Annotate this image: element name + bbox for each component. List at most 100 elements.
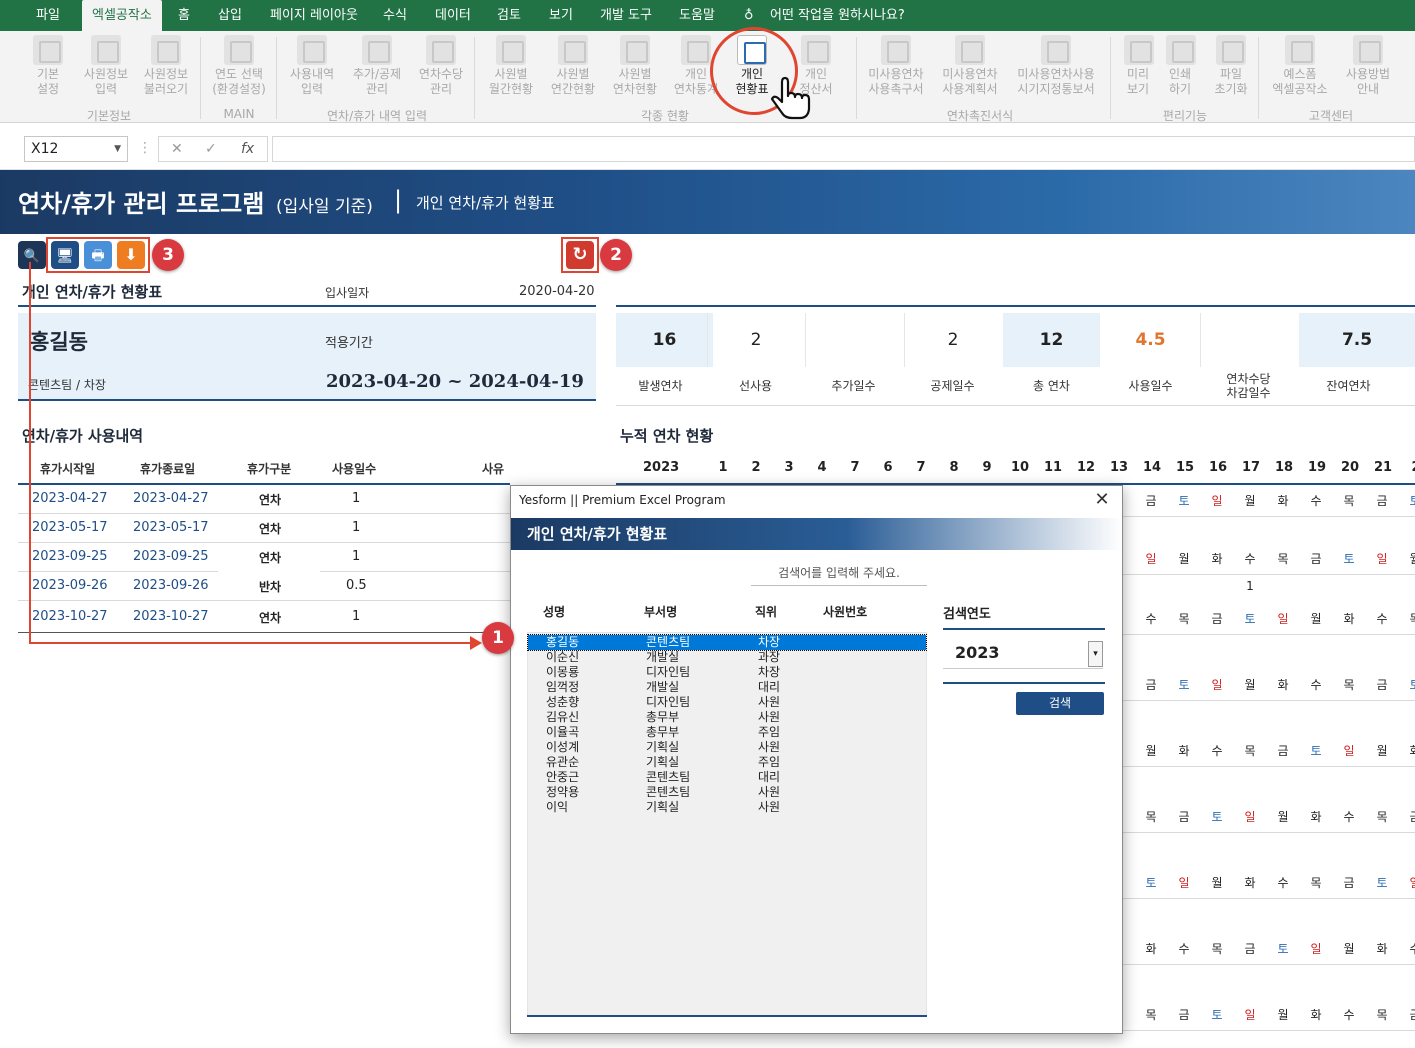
calendar-cell: 목 bbox=[1409, 612, 1415, 626]
print-button[interactable]: 🖶 bbox=[84, 241, 112, 269]
stat-label: 추가일수 bbox=[831, 379, 876, 393]
search-input[interactable]: 검색어를 입력해 주세요. bbox=[751, 564, 927, 586]
calendar-day-header: 21 bbox=[1373, 460, 1393, 475]
year-select[interactable]: 2023 bbox=[943, 639, 1103, 669]
calendar-cell: 월 bbox=[1277, 810, 1289, 824]
stat-label: 잔여연차 bbox=[1326, 379, 1371, 393]
tab-insert[interactable]: 삽입 bbox=[218, 0, 242, 31]
calendar-cell: 일 bbox=[1376, 552, 1388, 566]
ribbon-usage-input[interactable]: 사용내역 입력 bbox=[287, 35, 337, 97]
divider bbox=[616, 305, 1415, 307]
list-item[interactable]: 성춘향 디자인팀 사원 bbox=[528, 695, 926, 710]
calendar-cell: 화 bbox=[1376, 942, 1388, 956]
arrow-right-icon bbox=[470, 636, 482, 650]
ribbon-help[interactable]: 사용방법 안내 bbox=[1342, 35, 1394, 97]
ribbon-employee-load[interactable]: 사원정보 불러오기 bbox=[140, 35, 192, 97]
calendar-cell: 금 bbox=[1343, 876, 1355, 890]
list-item[interactable]: 정약용 콘텐츠팀 사원 bbox=[528, 785, 926, 800]
ribbon-employee-input[interactable]: 사원정보 입력 bbox=[80, 35, 132, 97]
tab-developer[interactable]: 개발 도구 bbox=[600, 0, 652, 31]
tab-data[interactable]: 데이터 bbox=[435, 0, 471, 31]
list-edit-icon bbox=[362, 35, 392, 65]
refresh-button[interactable]: ↻ bbox=[566, 241, 594, 269]
tell-me-box[interactable]: 어떤 작업을 원하시나요? bbox=[770, 0, 905, 31]
list-item[interactable]: 이익 기획실 사원 bbox=[528, 800, 926, 815]
tab-file[interactable]: 파일 bbox=[36, 0, 60, 31]
list-item[interactable]: 안중근 콘텐츠팀 대리 bbox=[528, 770, 926, 785]
list-header: 부서명 bbox=[644, 605, 678, 619]
screen-view-button[interactable]: 🖥 bbox=[51, 241, 79, 269]
ribbon-monthly[interactable]: 사원별 월간현황 bbox=[485, 35, 537, 97]
chevron-down-icon: ▼ bbox=[114, 144, 121, 154]
cancel-icon[interactable]: ✕ bbox=[171, 137, 183, 161]
list-header: 성명 bbox=[543, 605, 566, 619]
list-item[interactable]: 홍길동 콘텐츠팀 차장 bbox=[527, 634, 927, 651]
calendar-cell: 목 bbox=[1145, 810, 1157, 824]
ribbon-leave-status[interactable]: 사원별 연차현황 bbox=[609, 35, 661, 97]
calendar-cell: 수 bbox=[1145, 612, 1157, 626]
calendar-cell: 목 bbox=[1178, 612, 1190, 626]
list-item[interactable]: 이성계 기획실 사원 bbox=[528, 740, 926, 755]
ribbon-unused-notice[interactable]: 미사용연차사용 시기지정통보서 bbox=[1013, 35, 1099, 97]
ribbon-print[interactable]: 인쇄 하기 bbox=[1166, 35, 1196, 97]
personal-section-title: 개인 연차/휴가 현황표 bbox=[22, 283, 163, 301]
ribbon-allowance[interactable]: 연차수당 관리 bbox=[415, 35, 467, 97]
divider bbox=[18, 600, 510, 601]
list-item[interactable]: 임꺽정 개발실 대리 bbox=[528, 680, 926, 695]
gear-icon bbox=[33, 35, 63, 65]
tab-home[interactable]: 홈 bbox=[178, 0, 190, 31]
calendar-day-header: 6 bbox=[883, 460, 893, 475]
annotation-line bbox=[29, 642, 477, 644]
clipboard-icon bbox=[881, 35, 911, 65]
list-item[interactable]: 유관순 기획실 주임 bbox=[528, 755, 926, 770]
hire-date-label: 입사일자 bbox=[325, 286, 370, 300]
list-item[interactable]: 이율곡 총무부 주임 bbox=[528, 725, 926, 740]
list-item[interactable]: 김유신 총무부 사원 bbox=[528, 710, 926, 725]
tab-excel-workshop[interactable]: 엑셀공작소 bbox=[82, 0, 162, 31]
search-button[interactable]: 검색 bbox=[1016, 692, 1104, 715]
usage-section-title: 연차/휴가 사용내역 bbox=[22, 427, 144, 445]
calendar-day-header: 16 bbox=[1208, 460, 1228, 475]
calendar-cell: 수 bbox=[1178, 942, 1190, 956]
employee-list[interactable]: 홍길동 콘텐츠팀 차장 이순신 개발실 과장 이몽룡 디자인팀 차장 임꺽정 개발실 대리 성춘향 디자인… bbox=[527, 632, 927, 1016]
ribbon-unused-plan[interactable]: 미사용연차 사용계획서 bbox=[939, 35, 1001, 97]
list-item[interactable]: 이몽룡 디자인팀 차장 bbox=[528, 665, 926, 680]
ribbon-reset[interactable]: 파일 초기화 bbox=[1212, 35, 1250, 97]
tab-review[interactable]: 검토 bbox=[497, 0, 521, 31]
calendar-day-header: 18 bbox=[1274, 460, 1294, 475]
calendar-cell: 금 bbox=[1178, 1008, 1190, 1022]
ribbon-add-deduct[interactable]: 추가/공제 관리 bbox=[349, 35, 405, 97]
calendar-cell: 수 bbox=[1211, 744, 1223, 758]
tab-view[interactable]: 보기 bbox=[549, 0, 573, 31]
ribbon-year-select[interactable]: 연도 선택 (환경설정) bbox=[210, 35, 268, 97]
close-button[interactable]: ✕ bbox=[1090, 488, 1114, 512]
ribbon-unused-urge[interactable]: 미사용연차 사용촉구서 bbox=[865, 35, 927, 97]
tab-help[interactable]: 도움말 bbox=[679, 0, 715, 31]
tab-page-layout[interactable]: 페이지 레이아웃 bbox=[270, 0, 358, 31]
refresh-icon: ↻ bbox=[572, 244, 588, 265]
fx-icon[interactable]: fx bbox=[241, 137, 254, 161]
ribbon-yesform[interactable]: 예스폼 엑셀공작소 bbox=[1268, 35, 1332, 97]
formula-input[interactable] bbox=[272, 136, 1415, 162]
ribbon-yearly[interactable]: 사원별 연간현황 bbox=[547, 35, 599, 97]
calendar-cell: 토 bbox=[1211, 1008, 1223, 1022]
ribbon-preview[interactable]: 미리 보기 bbox=[1124, 35, 1154, 97]
chevron-down-icon[interactable]: ▾ bbox=[1088, 641, 1103, 667]
divider bbox=[527, 1015, 927, 1017]
calendar-cell: 목 bbox=[1145, 1008, 1157, 1022]
divider bbox=[18, 542, 510, 543]
stat-value bbox=[805, 313, 902, 367]
ribbon-basic-settings[interactable]: 기본 설정 bbox=[30, 35, 66, 97]
tab-formulas[interactable]: 수식 bbox=[383, 0, 407, 31]
zoom-button[interactable]: 🔍 bbox=[18, 241, 46, 269]
calendar-cell: 일 bbox=[1277, 612, 1289, 626]
list-item[interactable]: 이순신 개발실 과장 bbox=[528, 650, 926, 665]
calendar-day-header: 3 bbox=[784, 460, 794, 475]
calendar-day-header: 10 bbox=[1010, 460, 1030, 475]
trash-icon bbox=[1216, 35, 1246, 65]
calendar-cell: 금 bbox=[1376, 678, 1388, 692]
download-button[interactable]: ⬇ bbox=[117, 241, 145, 269]
group-label: 각종 현황 bbox=[641, 109, 689, 123]
enter-icon[interactable]: ✓ bbox=[205, 137, 217, 161]
name-box[interactable]: X12 ▼ bbox=[24, 136, 128, 162]
